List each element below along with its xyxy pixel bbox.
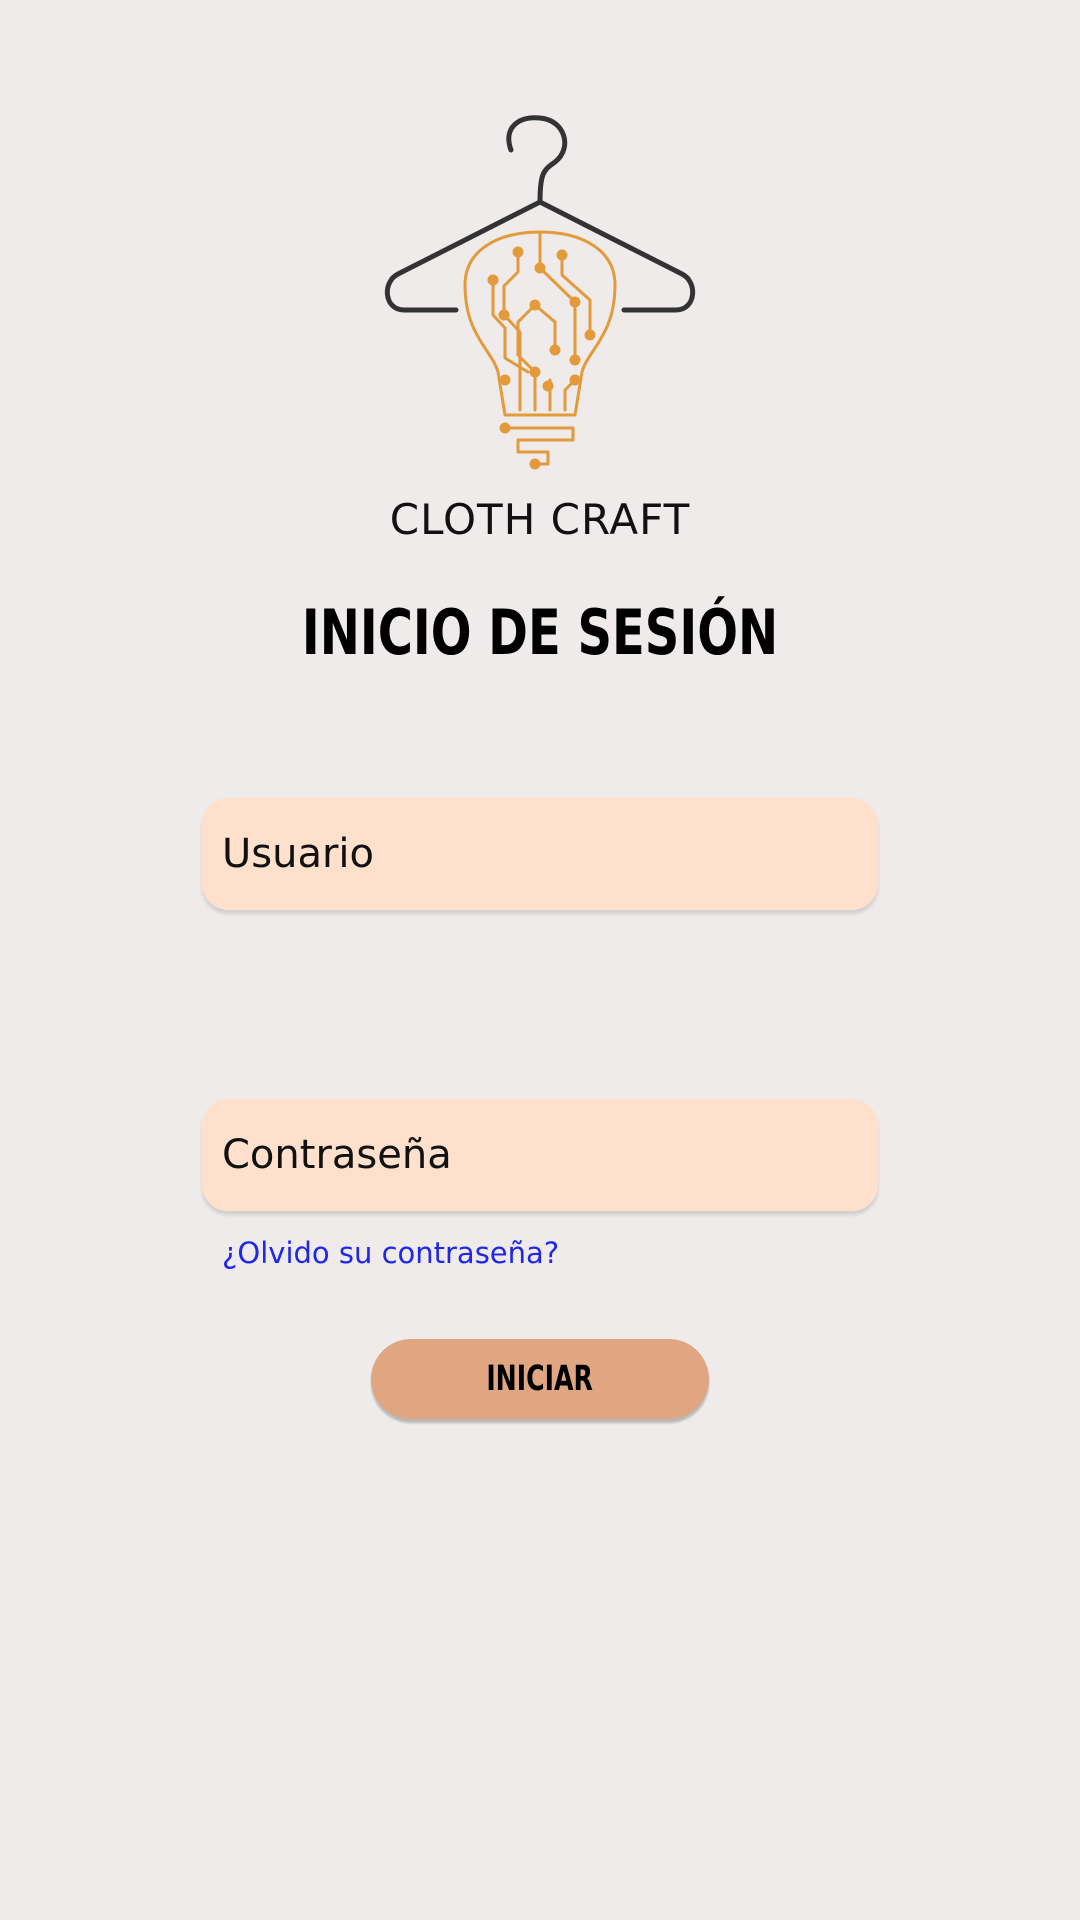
password-input[interactable]: [222, 1099, 878, 1211]
brand-name: CLOTH CRAFT: [389, 495, 691, 544]
lightbulb-circuit-icon: [463, 230, 617, 470]
hanger-icon: [384, 115, 696, 313]
username-field[interactable]: [202, 798, 878, 910]
login-button[interactable]: INICIAR: [371, 1339, 709, 1419]
forgot-password-link[interactable]: ¿Olvido su contraseña?: [222, 1236, 559, 1270]
password-field[interactable]: [202, 1099, 878, 1211]
hanger-lightbulb-logo-icon: [384, 115, 696, 470]
username-input[interactable]: [222, 798, 878, 910]
page-title: INICIO DE SESIÓN: [301, 596, 779, 669]
login-button-label: INICIAR: [486, 1359, 594, 1399]
